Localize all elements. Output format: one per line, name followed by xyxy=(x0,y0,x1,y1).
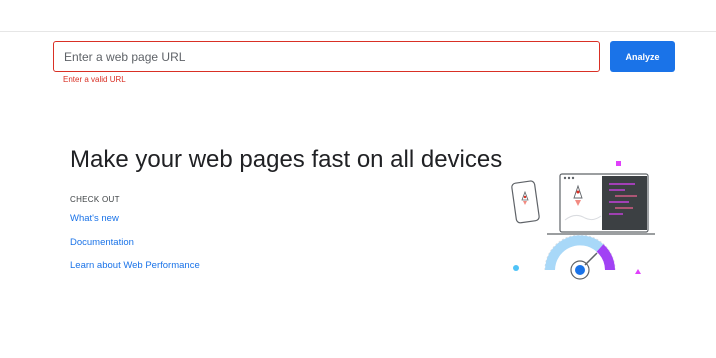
top-divider xyxy=(0,31,716,32)
phone-illustration xyxy=(511,180,540,224)
decor-square xyxy=(616,161,621,166)
analyze-button[interactable]: Analyze xyxy=(610,41,675,72)
url-input[interactable] xyxy=(53,41,600,72)
laptop-illustration xyxy=(547,173,655,235)
check-out-label: CHECK OUT xyxy=(70,195,120,204)
link-whats-new[interactable]: What's new xyxy=(70,213,119,224)
devices-speed-gauge-illustration xyxy=(511,161,655,280)
decor-dot xyxy=(513,265,519,271)
speed-gauge-illustration xyxy=(544,234,616,280)
link-documentation[interactable]: Documentation xyxy=(70,237,134,248)
page: Enter a valid URL Analyze Make your web … xyxy=(0,0,716,358)
decor-triangle xyxy=(635,269,641,274)
page-headline: Make your web pages fast on all devices xyxy=(70,146,503,173)
link-learn-web-performance[interactable]: Learn about Web Performance xyxy=(70,260,200,271)
url-error-message: Enter a valid URL xyxy=(63,75,126,84)
